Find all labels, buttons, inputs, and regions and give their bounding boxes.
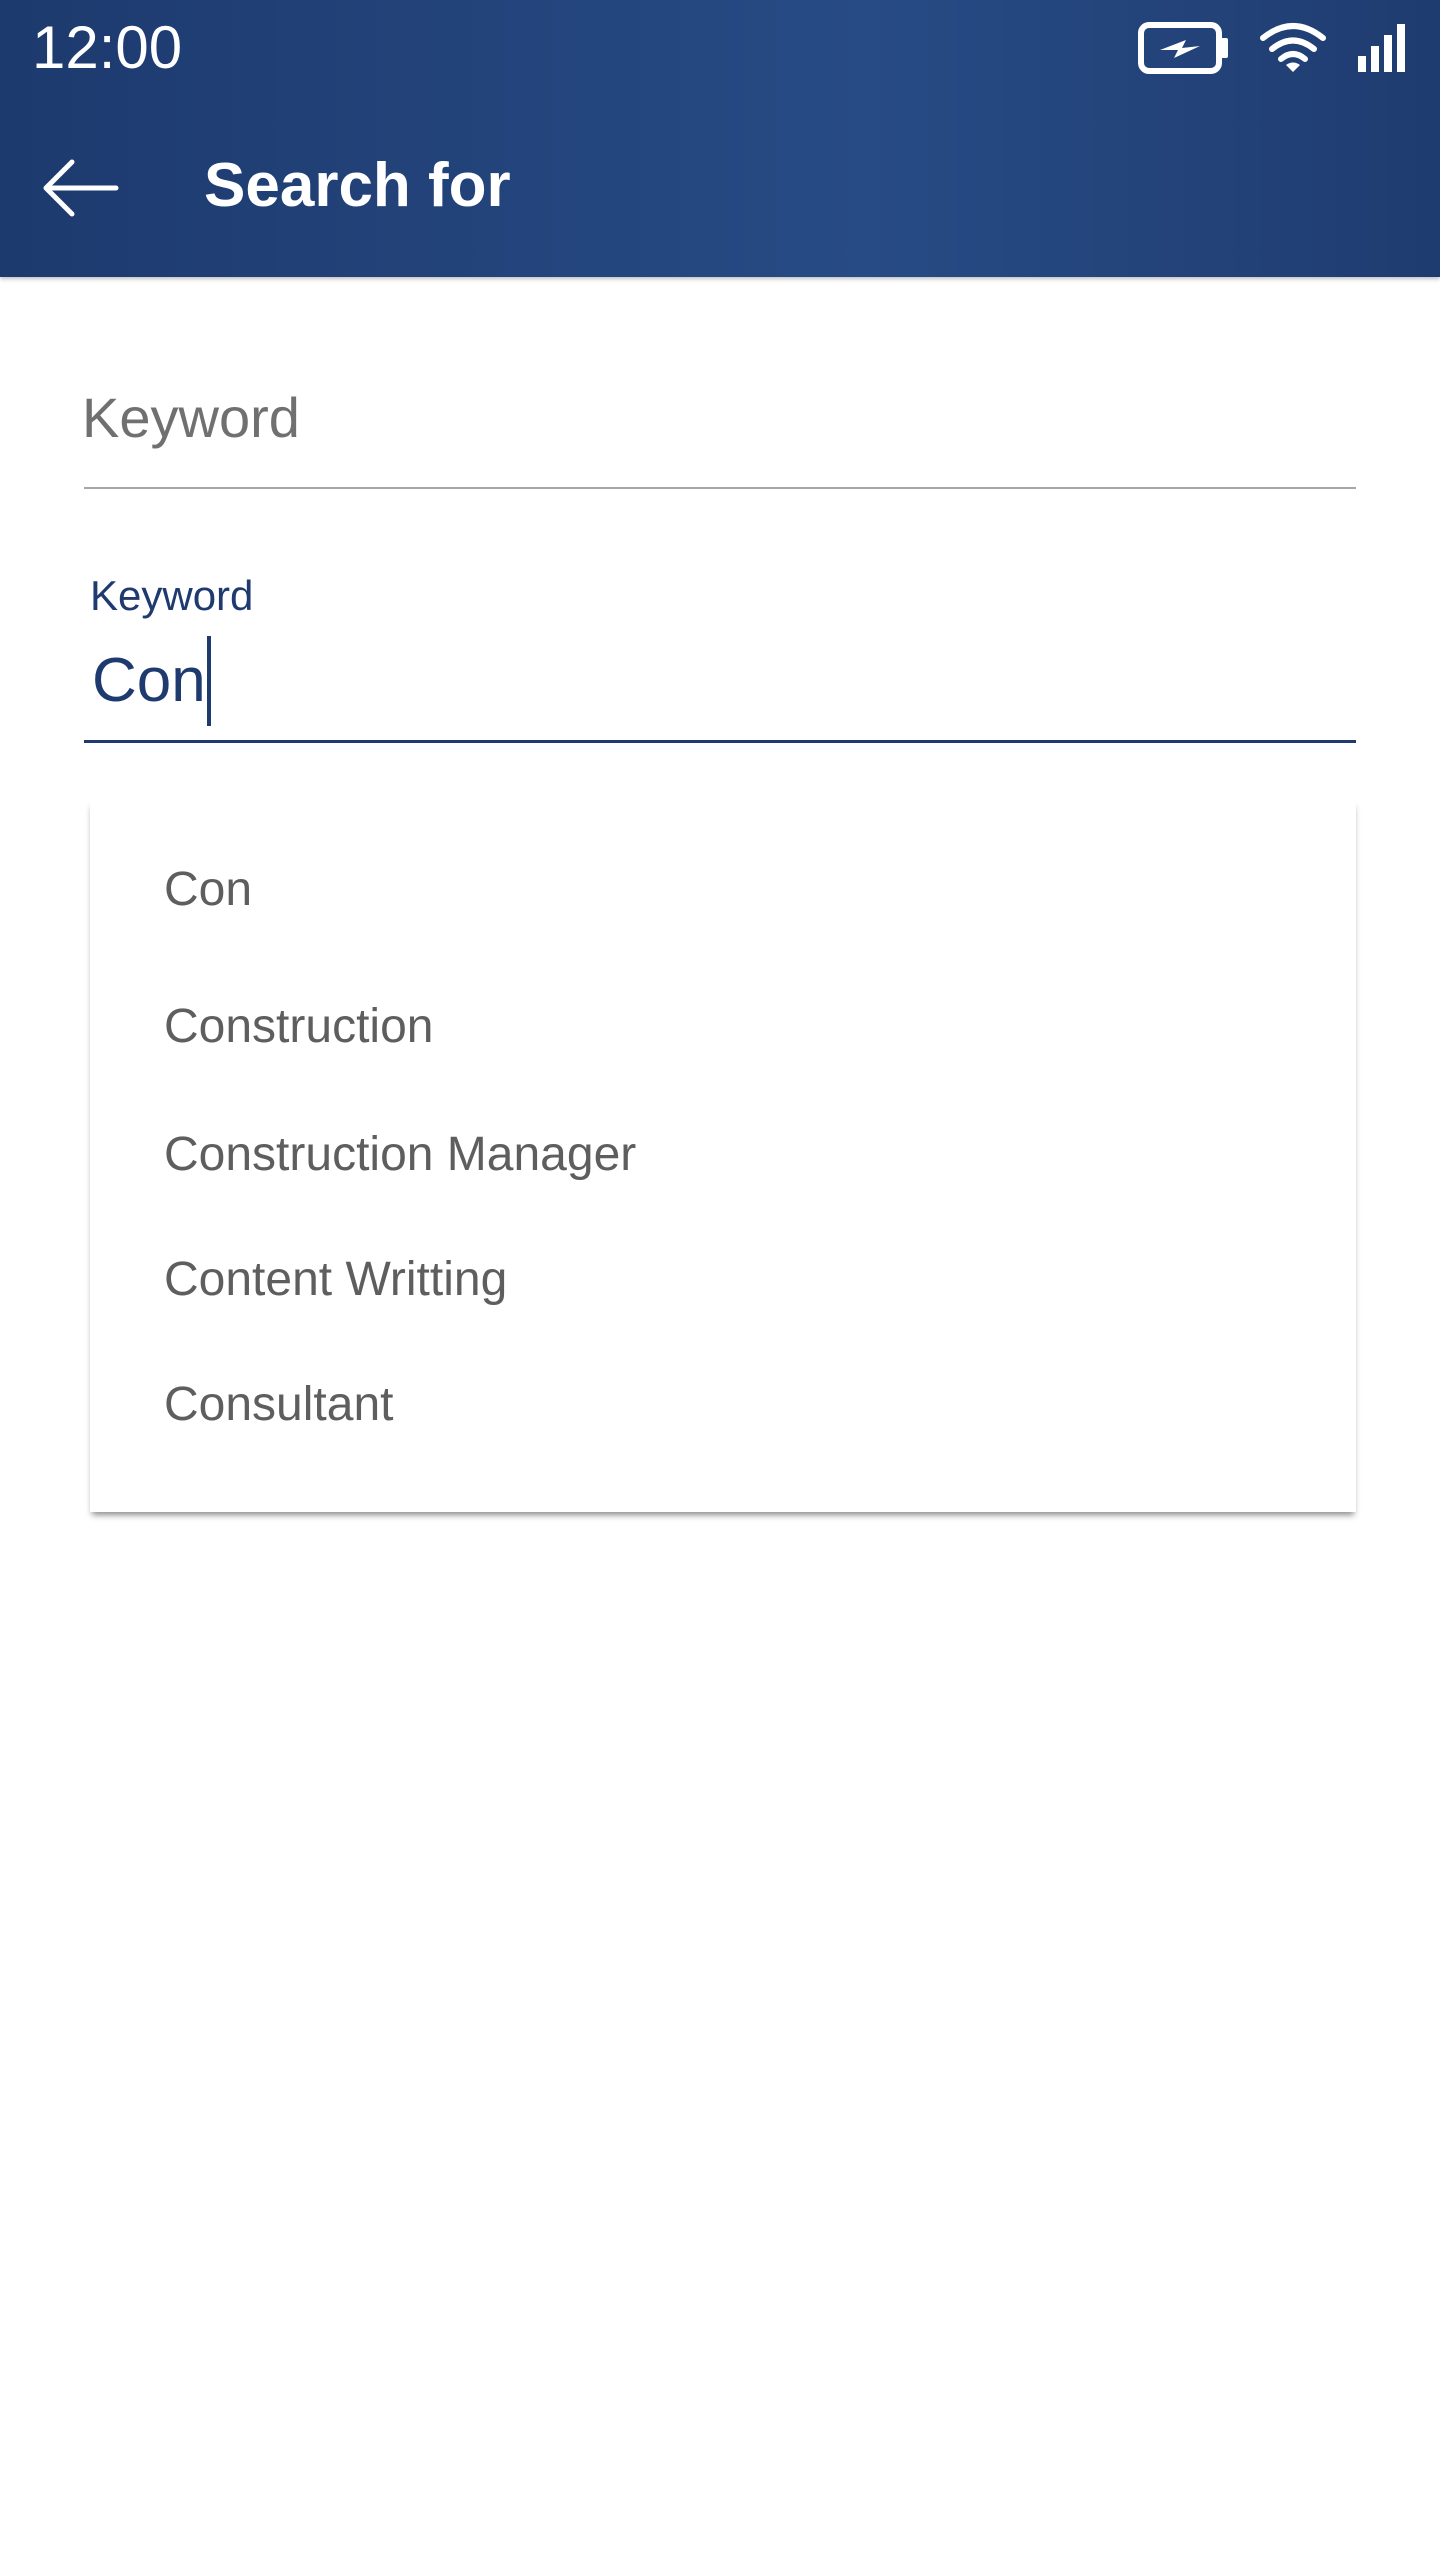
cellular-signal-icon: [1356, 22, 1408, 74]
suggestion-item[interactable]: Content Writting: [164, 1250, 507, 1310]
keyword-field-empty[interactable]: Keyword: [82, 365, 1356, 489]
suggestion-item[interactable]: Construction Manager: [164, 1125, 636, 1185]
page-title: Search for: [204, 151, 511, 220]
app-bar: 12:00 Search for: [0, 0, 1440, 277]
text-cursor: [206, 636, 211, 726]
suggestion-item[interactable]: Construction: [164, 997, 433, 1057]
keyword-input[interactable]: Keyword Con: [84, 560, 1356, 743]
status-time: 12:00: [32, 14, 183, 81]
arrow-left-icon: [40, 158, 120, 223]
keyword-floating-label: Keyword: [90, 572, 254, 619]
suggestion-item[interactable]: Con: [164, 860, 252, 920]
keyword-input-value: Con: [92, 646, 206, 715]
back-button[interactable]: [30, 145, 130, 235]
keyword-value-row: Con: [92, 636, 211, 726]
battery-charging-icon: [1138, 22, 1230, 74]
suggestion-list: Con Construction Construction Manager Co…: [90, 800, 1356, 1512]
wifi-icon: [1260, 22, 1326, 74]
keyword-placeholder: Keyword: [82, 386, 300, 449]
suggestion-item[interactable]: Consultant: [164, 1375, 393, 1435]
status-icons: [1138, 12, 1408, 84]
